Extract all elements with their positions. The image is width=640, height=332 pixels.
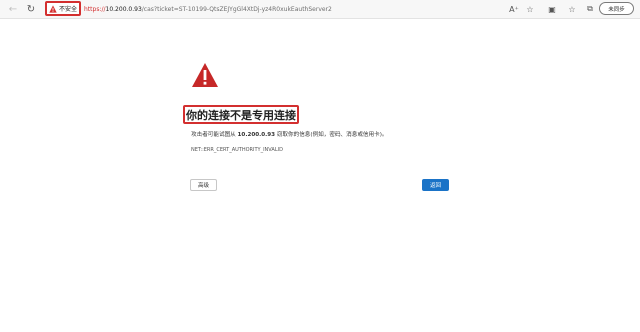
profile-button[interactable]: 未同步 [599, 2, 634, 15]
large-warning-icon [192, 63, 218, 87]
read-aloud-icon[interactable]: A⁺ [508, 3, 520, 15]
warning-icon [49, 4, 57, 13]
url-path: /cas?ticket=ST-10199-QtsZEJYgGl4XtDj-yz4… [141, 5, 332, 13]
back-label: 返回 [429, 183, 441, 189]
error-code: NET::ERR_CERT_AUTHORITY_INVALID [191, 147, 283, 153]
favorites-collection-icon[interactable]: ☆ [566, 3, 578, 15]
desc-host: 10.200.0.93 [237, 132, 276, 138]
refresh-icon[interactable]: ↻ [24, 2, 38, 16]
advanced-button[interactable]: 高级 [190, 179, 217, 191]
desc-prefix: 攻击者可能试图从 [191, 132, 238, 138]
extensions-icon[interactable]: ▣ [546, 3, 558, 15]
url-scheme: https:// [84, 5, 106, 13]
url-host: 10.200.0.93 [105, 5, 142, 13]
collections-icon[interactable]: ⧉ [584, 3, 596, 15]
back-arrow-icon[interactable]: ← [6, 2, 20, 16]
favorite-star-icon[interactable]: ☆ [524, 3, 536, 15]
page-title-highlight: 你的连接不是专用连接 [183, 105, 299, 124]
security-indicator[interactable]: 不安全 [45, 1, 81, 16]
back-button[interactable]: 返回 [422, 179, 449, 191]
advanced-label: 高级 [197, 183, 209, 189]
browser-toolbar: ← ↻ 不安全 https://10.200.0.93/cas?ticket=S… [0, 0, 640, 19]
address-bar[interactable]: https://10.200.0.93/cas?ticket=ST-10199-… [84, 3, 514, 15]
page-title: 你的连接不是专用连接 [186, 108, 296, 122]
security-label: 不安全 [58, 6, 77, 13]
desc-suffix: 窃取你的信息(例如，密码、消息或信用卡)。 [275, 132, 388, 138]
error-description: 攻击者可能试图从 10.200.0.93 窃取你的信息(例如，密码、消息或信用卡… [191, 130, 471, 138]
profile-label: 未同步 [608, 6, 625, 13]
